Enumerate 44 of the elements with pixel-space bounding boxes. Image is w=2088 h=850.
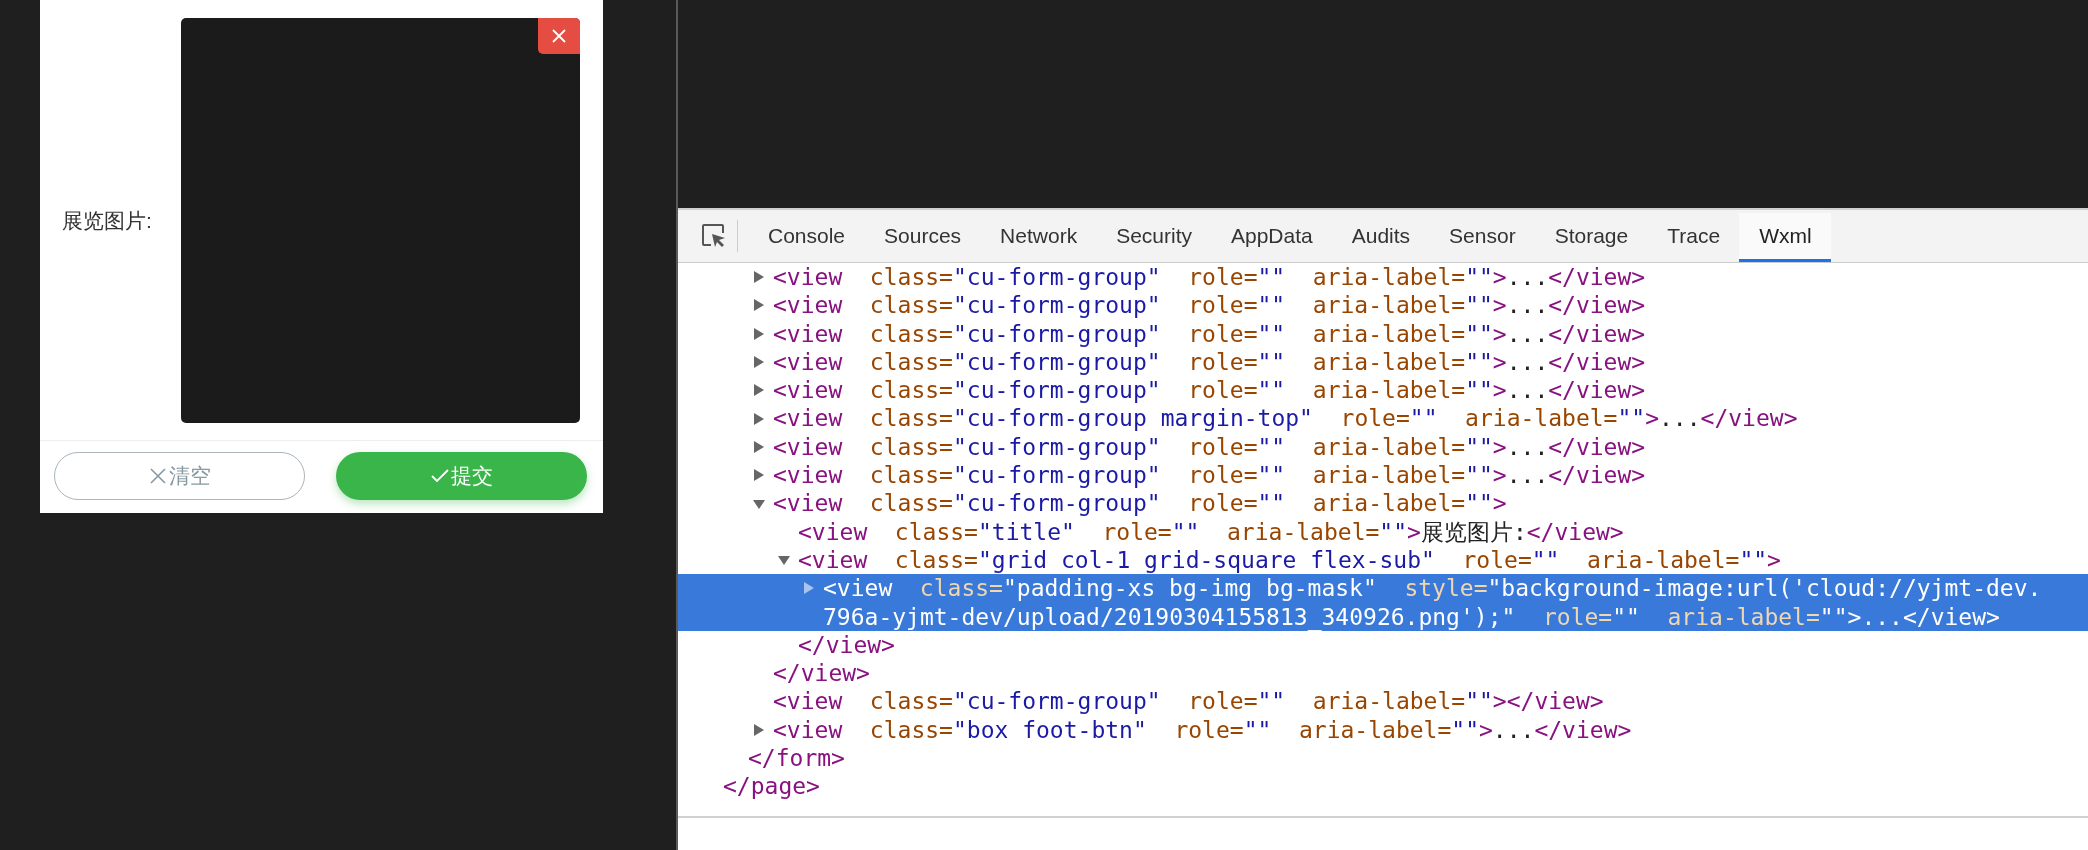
expand-arrow-icon[interactable] <box>753 356 765 369</box>
check-icon <box>430 469 449 483</box>
element-node[interactable]: <view class="cu-form-group" role="" aria-label="">...</view> <box>773 319 1646 348</box>
element-node[interactable]: <view class="cu-form-group" role="" aria-label="">...</view> <box>773 461 1646 490</box>
closing-tag: </view> <box>798 630 895 660</box>
devtools-tab[interactable]: Storage <box>1534 213 1648 262</box>
element-node[interactable]: <view class="title" role="" aria-label="">展览图片:</view> <box>798 517 1624 546</box>
devtools-tab[interactable]: Security <box>1096 213 1211 262</box>
expand-arrow-icon[interactable] <box>753 440 765 453</box>
devtools-tab[interactable]: Wxml <box>1739 213 1831 262</box>
closing-tag: </view> <box>773 659 870 688</box>
element-node[interactable]: <view class="grid col-1 grid-square flex-sub" role="" aria-label=""> <box>798 545 1781 575</box>
expand-arrow-icon[interactable] <box>753 469 765 482</box>
element-node[interactable]: <view class="cu-form-group" role="" aria-label="">...</view> <box>773 376 1646 405</box>
expand-arrow-icon[interactable] <box>753 271 765 284</box>
close-icon <box>551 28 567 44</box>
devtools-tab[interactable]: Network <box>980 213 1097 262</box>
close-icon <box>148 467 167 485</box>
element-node[interactable]: <view class="cu-form-group" role="" aria-label="">...</view> <box>773 432 1646 462</box>
element-node[interactable]: <view class="cu-form-group" role="" aria-label="">...</view> <box>773 263 1646 292</box>
collapse-arrow-icon[interactable] <box>778 554 790 567</box>
expand-arrow-icon[interactable] <box>753 723 765 736</box>
element-node[interactable]: <view class="cu-form-group" role="" aria-label=""></view> <box>773 687 1604 716</box>
closing-tag: </page> <box>723 772 820 801</box>
element-node[interactable]: <view class="cu-form-group" role="" aria-label="">...</view> <box>773 291 1646 320</box>
devtools-tab[interactable]: Sources <box>864 213 981 262</box>
devtools-tab[interactable]: Trace <box>1647 213 1740 262</box>
devtools-tab[interactable]: AppData <box>1211 213 1332 262</box>
devtools-tab[interactable]: Audits <box>1331 213 1430 262</box>
devtools-tab[interactable]: Console <box>748 213 865 262</box>
element-node[interactable]: <view class="cu-form-group" role="" aria-label=""> <box>773 489 1507 518</box>
expand-arrow-icon[interactable] <box>753 384 765 397</box>
element-node[interactable]: <view class="cu-form-group" role="" aria-label="">...</view> <box>773 347 1646 377</box>
closing-tag: </form> <box>748 744 845 773</box>
expand-arrow-icon[interactable] <box>753 412 765 425</box>
element-node[interactable]: <view class="cu-form-group margin-top" role="" aria-label="">...</view> <box>773 404 1798 433</box>
inspect-icon[interactable] <box>701 223 727 249</box>
expand-arrow-icon[interactable] <box>753 327 765 340</box>
field-label: 展览图片: <box>61 207 153 234</box>
devtools-tab[interactable]: Sensor <box>1429 213 1535 262</box>
expand-arrow-icon[interactable] <box>753 299 765 312</box>
collapse-arrow-icon[interactable] <box>753 497 765 510</box>
element-node[interactable]: <view class="box foot-btn" role="" aria-label="">...</view> <box>773 715 1632 745</box>
delete-button[interactable] <box>538 18 580 54</box>
